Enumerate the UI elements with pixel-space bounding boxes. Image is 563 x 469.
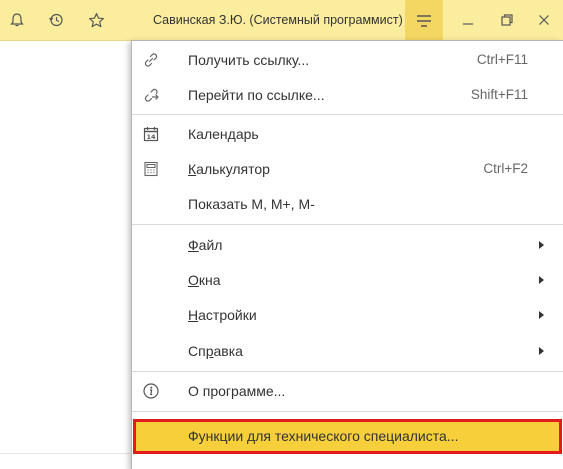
menu-item-show-memory[interactable]: Показать M, M+, M- [132,187,562,221]
menu-item-file[interactable]: Файл [132,228,562,262]
menu-item-windows[interactable]: Окна [132,263,562,297]
submenu-arrow-icon [539,311,544,319]
menu-separator [132,371,563,372]
menu-item-shortcut: Shift+F11 [470,87,528,102]
restore-icon[interactable] [496,9,518,31]
menu-item-tech-specialist-functions[interactable]: Функции для технического специалиста... [133,419,562,454]
menu-item-shortcut: Ctrl+F11 [476,52,528,67]
submenu-arrow-icon [539,241,544,249]
minimize-icon[interactable] [457,9,479,31]
mnemonic-letter: К [188,161,197,177]
menu-item-help[interactable]: Справка [132,334,562,368]
menu-item-label: Настройки [188,307,257,323]
menu-item-label: Получить ссылку... [188,52,310,68]
menu-separator [132,114,563,115]
menu-separator [132,224,563,225]
menu-item-get-link[interactable]: Получить ссылку... Ctrl+F11 [132,43,562,77]
menu-item-label: О программе... [188,383,286,399]
menu-separator [132,411,563,412]
menu-item-label: Окна [188,272,221,288]
mnemonic-letter: д [227,126,236,142]
current-user-label[interactable]: Савинская З.Ю. (Системный программист) [153,0,403,41]
history-icon[interactable] [45,9,67,31]
menu-item-goto-link[interactable]: Перейти по ссылке... Shift+F11 [132,78,562,112]
bell-icon[interactable] [6,9,28,31]
menu-item-settings[interactable]: Настройки [132,298,562,332]
menu-item-label: Календарь [188,126,259,142]
menu-item-about[interactable]: О программе... [132,374,562,408]
menu-item-label: Калькулятор [188,161,270,177]
calendar-day-number: 14 [146,133,156,141]
calculator-icon [140,152,162,186]
menu-item-label: Файл [188,237,223,253]
main-menu-button[interactable] [405,0,443,41]
close-icon[interactable] [533,9,555,31]
menu-item-calculator[interactable]: Калькулятор Ctrl+F2 [132,152,562,186]
star-icon[interactable] [85,9,107,31]
background-divider [0,453,130,454]
menu-item-label: Перейти по ссылке... [188,87,325,103]
submenu-arrow-icon [539,347,544,355]
info-icon [140,374,162,408]
submenu-arrow-icon [539,276,544,284]
mnemonic-letter: Ф [188,237,199,253]
goto-link-icon [140,78,162,112]
mnemonic-letter: Н [188,307,199,323]
menu-item-label: Функции для технического специалиста... [188,428,459,444]
main-menu-dropdown: Получить ссылку... Ctrl+F11 Перейти по с… [131,40,563,469]
mnemonic-letter: р [205,343,214,359]
menu-item-calendar[interactable]: 14 Календарь [132,117,562,151]
menu-item-label: Показать M, M+, M- [188,196,315,212]
menu-item-shortcut: Ctrl+F2 [483,161,528,176]
title-bar: Савинская З.Ю. (Системный программист) [0,0,563,41]
menu-icon [417,14,431,27]
link-icon [140,43,162,77]
calendar-icon: 14 [140,117,162,151]
menu-item-label: Справка [188,343,243,359]
mnemonic-letter: О [188,272,199,288]
